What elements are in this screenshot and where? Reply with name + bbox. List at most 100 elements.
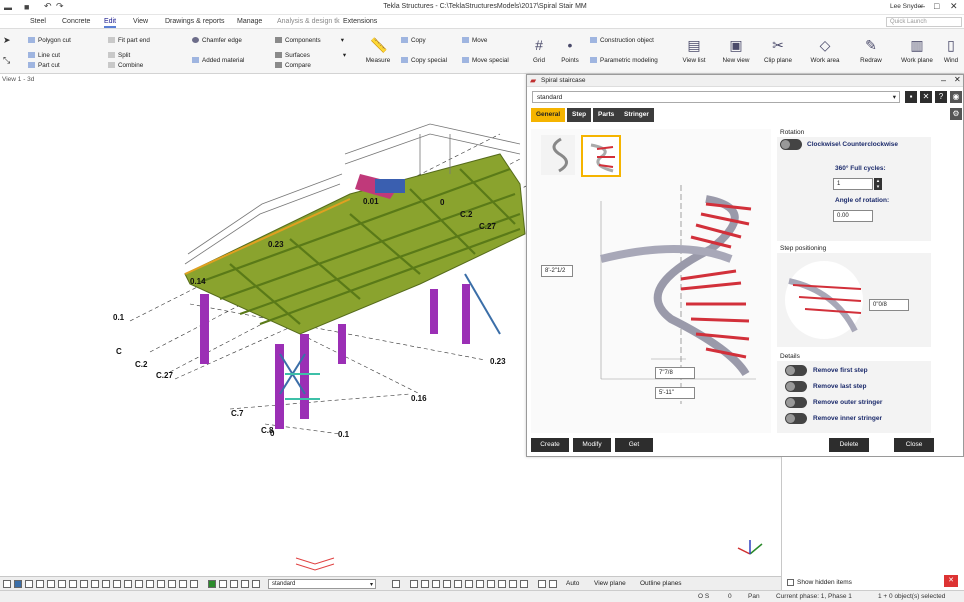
select-points-icon[interactable] xyxy=(25,580,33,588)
select-rebars-icon[interactable] xyxy=(91,580,99,588)
select-component-objects-icon[interactable] xyxy=(208,580,216,588)
select-arrow-icon[interactable]: ➤ xyxy=(3,35,11,46)
compare-button[interactable]: Compare xyxy=(275,62,311,69)
app-menu-icon[interactable]: ▬ xyxy=(4,3,12,12)
remove-last-step-toggle[interactable] xyxy=(785,381,807,392)
maximize-icon[interactable]: □ xyxy=(934,1,939,11)
surfaces-button[interactable]: Surfaces ▾ xyxy=(275,52,346,59)
tab-manage[interactable]: Manage xyxy=(237,18,262,25)
select-hierarchical-icon[interactable] xyxy=(252,580,260,588)
snap-reference-icon[interactable] xyxy=(410,580,418,588)
work-area-button[interactable]: ◇ Work area xyxy=(800,33,850,64)
split-button[interactable]: Split xyxy=(108,52,130,59)
height-dimension[interactable]: 8'-2"1/2 xyxy=(541,265,573,277)
close-panel-button[interactable]: ✕ xyxy=(944,575,958,587)
work-plane-button[interactable]: ▥ Work plane xyxy=(892,33,942,64)
modify-button[interactable]: Modify xyxy=(573,438,611,452)
components-dropdown-icon[interactable]: ▾ xyxy=(341,37,344,44)
snap-lines-edges-icon[interactable] xyxy=(538,580,546,588)
dialog-close-icon[interactable]: ✕ xyxy=(954,75,961,84)
line-cut-button[interactable]: Line cut xyxy=(28,52,60,59)
tab-steel[interactable]: Steel xyxy=(30,18,46,25)
measure-button[interactable]: 📏 Measure xyxy=(353,33,403,64)
remove-outer-stringer-toggle[interactable] xyxy=(785,397,807,408)
visibility-button[interactable]: ◉ xyxy=(950,91,962,103)
select-objects-icon[interactable] xyxy=(135,580,143,588)
selection-filter-select[interactable]: standard ▾ xyxy=(268,579,376,589)
points-button[interactable]: • Points xyxy=(545,33,595,64)
select-welds-icon[interactable] xyxy=(47,580,55,588)
fit-part-end-button[interactable]: Fit part end xyxy=(108,37,150,44)
outline-planes-select[interactable]: Outline planes xyxy=(640,580,682,587)
parametric-modeling-button[interactable]: Parametric modeling xyxy=(590,57,658,64)
minimize-icon[interactable]: – xyxy=(920,1,925,11)
select-parts-icon[interactable] xyxy=(14,580,22,588)
snap-points-icon[interactable] xyxy=(432,580,440,588)
save-icon[interactable]: ■ xyxy=(24,2,29,12)
dialog-title-bar[interactable]: ▰ Spiral staircase – ✕ xyxy=(527,75,963,87)
width-dimension-2[interactable]: 5'-11" xyxy=(655,387,695,399)
polygon-cut-button[interactable]: Polygon cut xyxy=(28,37,71,44)
snap-geometry-icon[interactable] xyxy=(421,580,429,588)
rotation-direction-toggle[interactable] xyxy=(780,139,802,150)
construction-object-button[interactable]: Construction object xyxy=(590,37,654,44)
preset-select[interactable]: standard ▾ xyxy=(532,91,900,103)
tab-analysis-design[interactable]: Analysis & design tk xyxy=(277,18,340,25)
windows-button[interactable]: ▯ Wind xyxy=(938,33,964,64)
tab-drawings-reports[interactable]: Drawings & reports xyxy=(165,18,225,25)
create-button[interactable]: Create xyxy=(531,438,569,452)
select-custom-icon[interactable] xyxy=(230,580,238,588)
select-objects-in-assembly-icon[interactable] xyxy=(241,580,249,588)
help-button[interactable]: ? xyxy=(935,91,947,103)
surfaces-dropdown-icon[interactable]: ▾ xyxy=(343,52,346,59)
select-views-icon[interactable] xyxy=(69,580,77,588)
snap-line-extension-icon[interactable] xyxy=(498,580,506,588)
components-button[interactable]: Components ▾ xyxy=(275,37,344,44)
redo-icon[interactable]: ↷ xyxy=(56,1,64,12)
redraw-button[interactable]: ✎ Redraw xyxy=(846,33,896,64)
undo-icon[interactable]: ↶ xyxy=(44,1,52,12)
view-plane-select[interactable]: View plane xyxy=(594,580,626,587)
select-assemblies-icon[interactable] xyxy=(124,580,132,588)
tab-view[interactable]: View xyxy=(133,18,148,25)
clockwise-option[interactable] xyxy=(541,135,575,175)
counterclockwise-option[interactable] xyxy=(581,135,621,177)
tab-parts[interactable]: Parts xyxy=(593,108,620,122)
select-assembly-objects-icon[interactable] xyxy=(219,580,227,588)
dialog-minimize-icon[interactable]: – xyxy=(941,75,946,85)
select-pour-icon[interactable] xyxy=(179,580,187,588)
remove-inner-stringer-toggle[interactable] xyxy=(785,413,807,424)
tab-stringer[interactable]: Stringer xyxy=(619,108,654,122)
chamfer-edge-button[interactable]: Chamfer edge xyxy=(192,37,242,44)
tab-general[interactable]: General xyxy=(531,108,566,122)
angle-input[interactable]: 0.00 xyxy=(833,210,873,222)
move-special-button[interactable]: Move special xyxy=(462,57,509,64)
remove-first-step-toggle[interactable] xyxy=(785,365,807,376)
cancel-preset-button[interactable]: ✕ xyxy=(920,91,932,103)
snap-intersection-icon[interactable] xyxy=(476,580,484,588)
select-bolts-icon[interactable] xyxy=(80,580,88,588)
get-button[interactable]: Get xyxy=(615,438,653,452)
select-components-icon[interactable] xyxy=(113,580,121,588)
copy-special-button[interactable]: Copy special xyxy=(401,57,447,64)
close-button[interactable]: Close xyxy=(894,438,934,452)
tab-concrete[interactable]: Concrete xyxy=(62,18,90,25)
combine-button[interactable]: Combine xyxy=(108,62,143,69)
snap-free-icon[interactable] xyxy=(549,580,557,588)
snap-any-position-icon[interactable] xyxy=(509,580,517,588)
tab-edit[interactable]: Edit xyxy=(104,18,117,28)
part-cut-button[interactable]: Part cut xyxy=(28,62,60,69)
tab-step[interactable]: Step xyxy=(567,108,592,122)
cycles-stepper[interactable]: ▴ ▾ xyxy=(874,178,882,190)
added-material-button[interactable]: Added material xyxy=(192,57,244,64)
quick-launch-input[interactable]: Quick Launch xyxy=(886,17,962,27)
show-hidden-items-checkbox[interactable] xyxy=(787,579,794,586)
snap-nearest-icon[interactable] xyxy=(520,580,528,588)
snap-perpendicular-icon[interactable] xyxy=(487,580,495,588)
snap-center-icon[interactable] xyxy=(454,580,462,588)
full-cycles-input[interactable]: 1 xyxy=(833,178,873,190)
snap-settings-icon[interactable] xyxy=(392,580,400,588)
delete-button[interactable]: Delete xyxy=(829,438,869,452)
copy-button[interactable]: Copy xyxy=(401,37,426,44)
user-name[interactable]: Lee Snyder xyxy=(890,3,923,10)
